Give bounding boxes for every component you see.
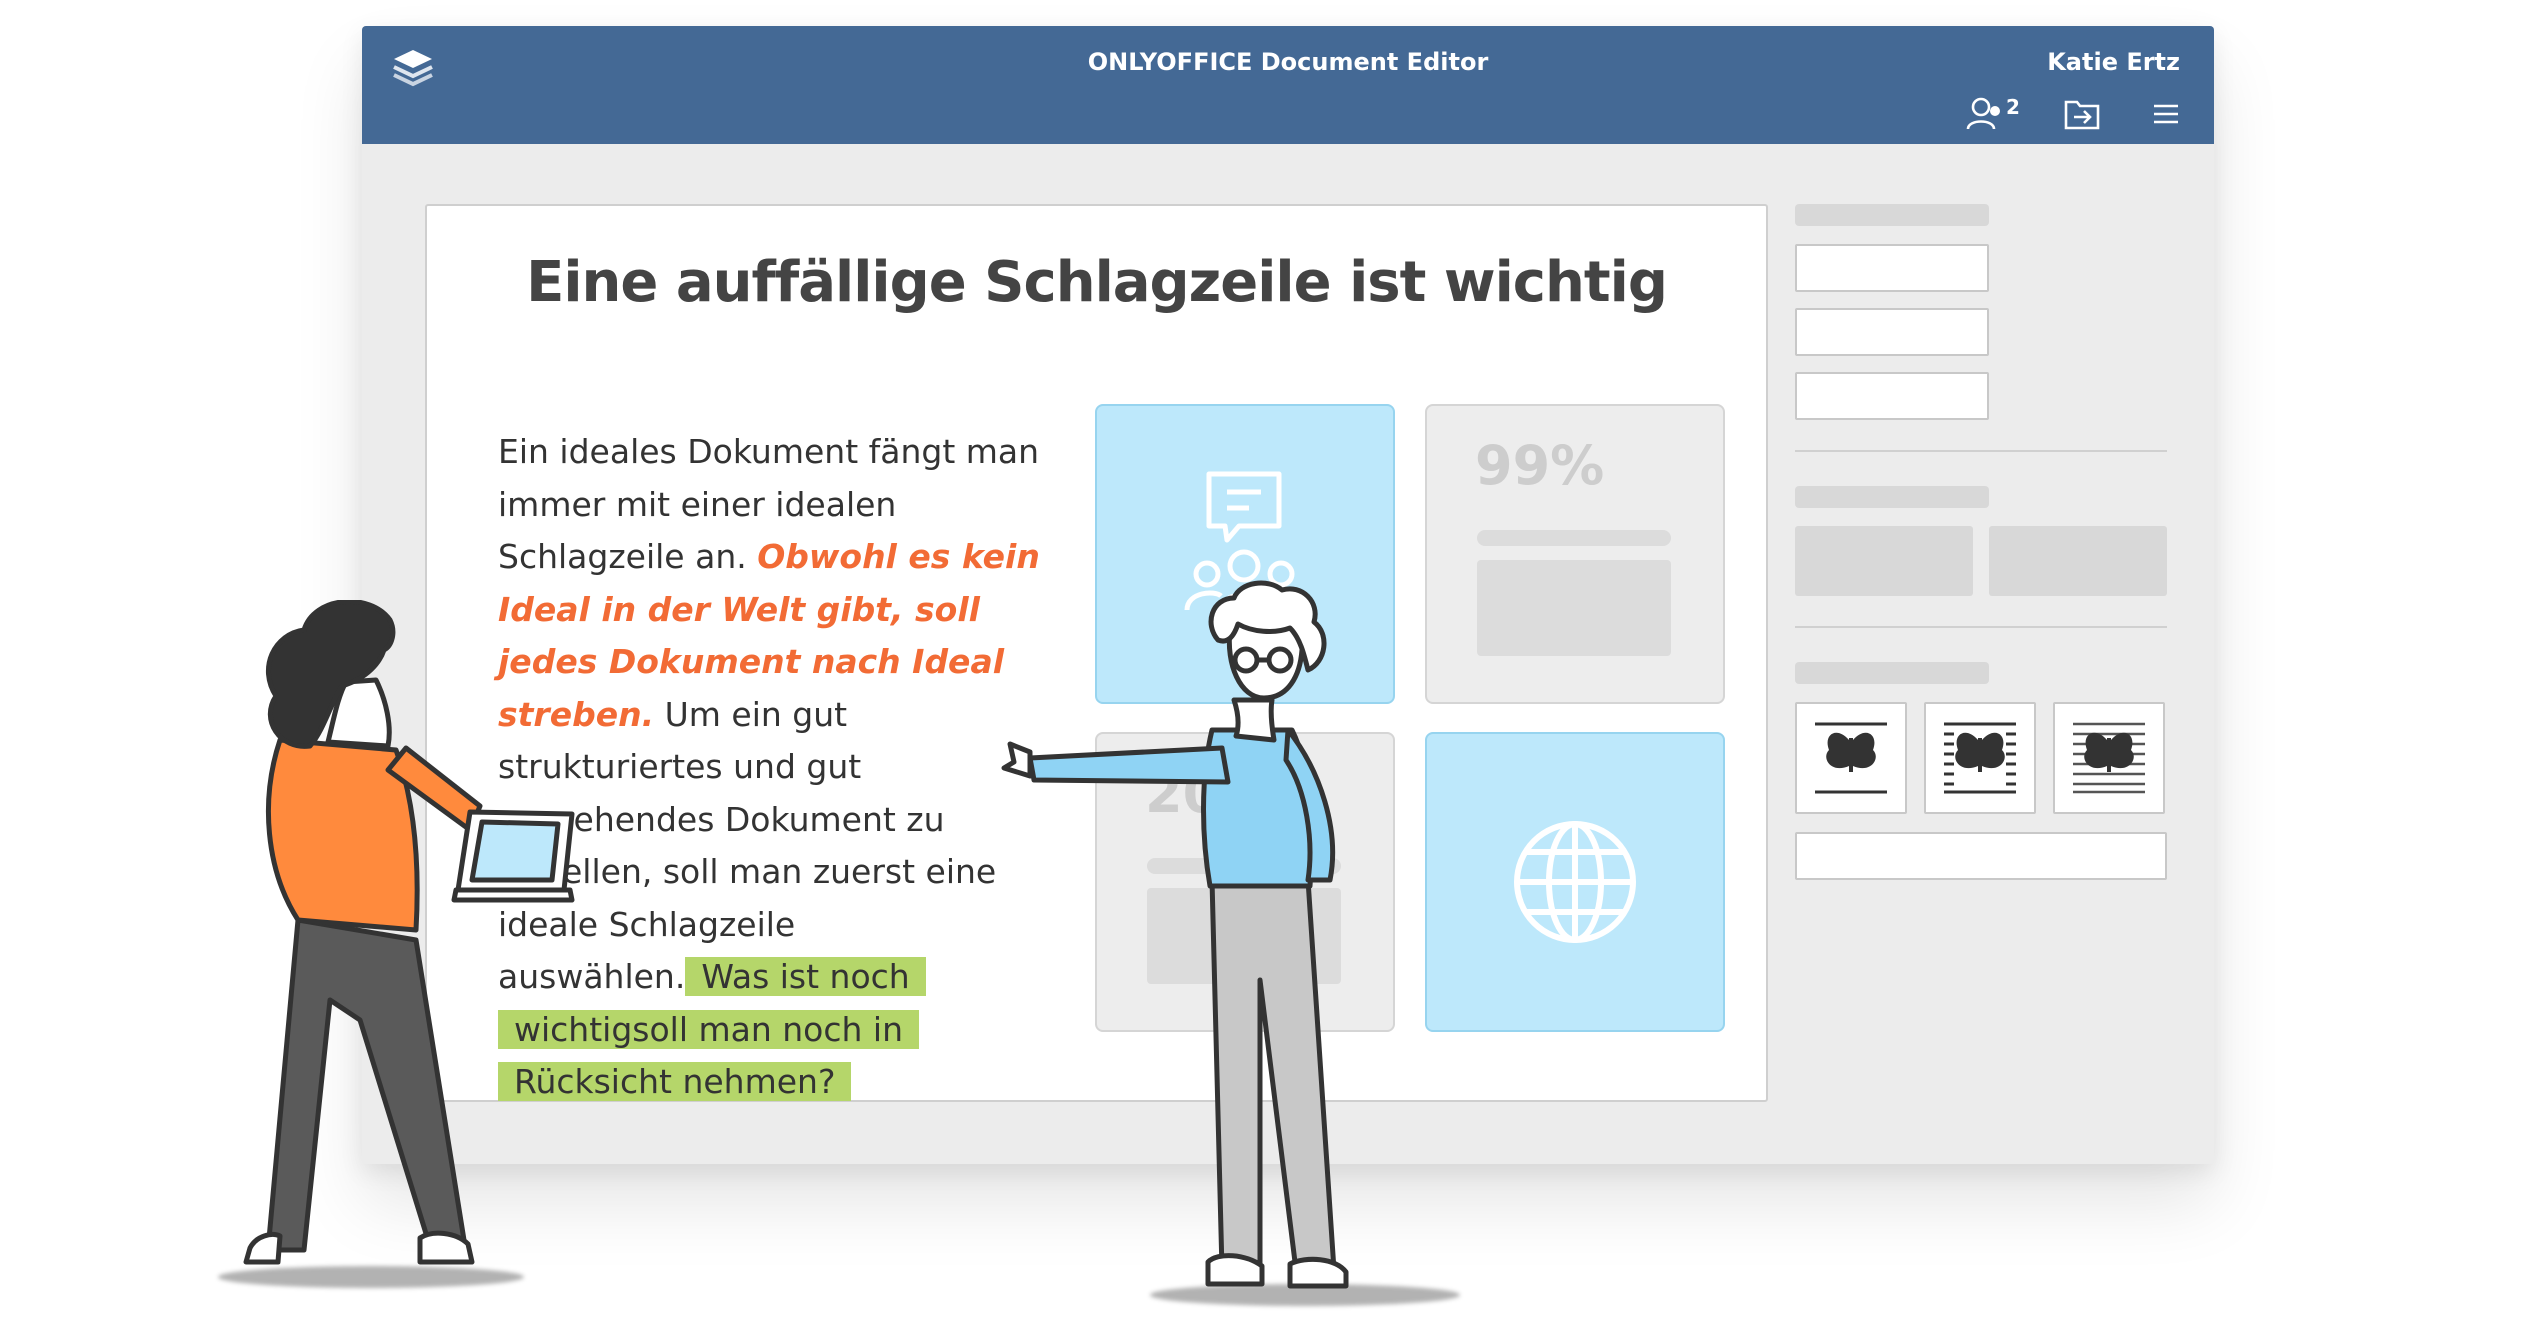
hamburger-menu-icon bbox=[2154, 104, 2178, 124]
open-location-button[interactable] bbox=[2064, 96, 2100, 132]
stat-block-1 bbox=[1477, 560, 1671, 656]
sidebar-label-1 bbox=[1795, 204, 1989, 226]
folder-arrow-icon bbox=[2064, 100, 2100, 130]
woman-with-laptop-illustration bbox=[243, 600, 575, 1265]
user-name[interactable]: Katie Ertz bbox=[2047, 48, 2180, 76]
users-icon bbox=[1966, 97, 2000, 130]
sidebar-divider-1 bbox=[1795, 450, 2167, 452]
stat-tile-1[interactable]: 99% bbox=[1425, 404, 1725, 704]
sidebar-button-2[interactable] bbox=[1989, 526, 2167, 596]
wrap-style-button-2[interactable] bbox=[1924, 702, 2036, 814]
globe-icon bbox=[1514, 821, 1636, 943]
butterfly-image-wrap-icon bbox=[1815, 722, 1887, 794]
wrap-style-button-1[interactable] bbox=[1795, 702, 1907, 814]
menu-button[interactable] bbox=[2152, 96, 2180, 132]
butterfly-image-wrap-icon bbox=[1944, 722, 2016, 794]
title-bar: ONLYOFFICE Document Editor Katie Ertz 2 bbox=[362, 26, 2214, 144]
users-button[interactable]: 2 bbox=[1966, 95, 2020, 132]
sidebar-label-3 bbox=[1795, 662, 1989, 684]
sidebar-input-3[interactable] bbox=[1795, 372, 1989, 420]
man-pointing-illustration bbox=[1001, 580, 1349, 1289]
wrap-style-button-3[interactable] bbox=[2053, 702, 2165, 814]
sidebar-divider-2 bbox=[1795, 626, 2167, 628]
document-heading[interactable]: Eine auffällige Schlagzeile ist wichtig bbox=[427, 250, 1766, 315]
sidebar-input-2[interactable] bbox=[1795, 308, 1989, 356]
document-body[interactable]: Ein ideales Dokument fängt man immer mit… bbox=[498, 426, 1058, 1109]
globe-tile[interactable] bbox=[1425, 732, 1725, 1032]
users-count: 2 bbox=[2006, 95, 2020, 119]
sidebar-button-1[interactable] bbox=[1795, 526, 1973, 596]
sidebar-input-1[interactable] bbox=[1795, 244, 1989, 292]
stat-value-1: 99% bbox=[1475, 434, 1605, 497]
sidebar-input-4[interactable] bbox=[1795, 832, 2167, 880]
sidebar-label-2 bbox=[1795, 486, 1989, 508]
butterfly-image-wrap-icon bbox=[2073, 722, 2145, 794]
app-title: ONLYOFFICE Document Editor bbox=[1087, 48, 1489, 76]
stat-bar-1 bbox=[1477, 530, 1671, 546]
